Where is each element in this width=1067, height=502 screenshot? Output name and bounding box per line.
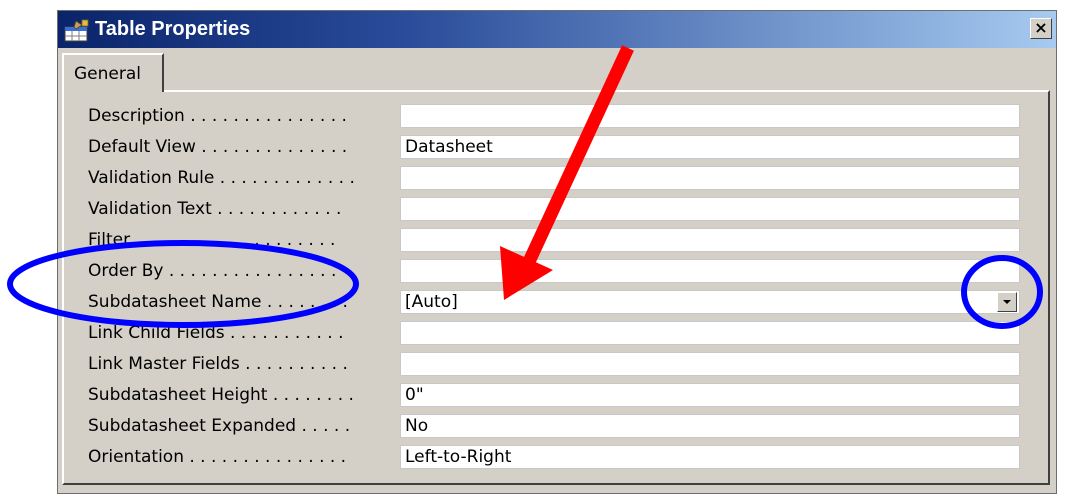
link-child-fields-field[interactable] [400, 321, 1020, 345]
table-properties-dialog: Table Properties × General Description .… [57, 10, 1057, 494]
property-label: Orientation . . . . . . . . . . . . . . … [88, 447, 347, 467]
subdatasheet-name-select[interactable]: [Auto] [400, 290, 1020, 314]
subdatasheet-expanded-field[interactable]: No [400, 414, 1020, 438]
property-label: Subdatasheet Expanded . . . . . [88, 416, 351, 436]
link-master-fields-field[interactable] [400, 352, 1020, 376]
table-properties-icon [64, 19, 89, 42]
validation-text-field[interactable] [400, 197, 1020, 221]
property-label: Validation Text . . . . . . . . . . . . [88, 199, 342, 219]
title-bar[interactable]: Table Properties × [58, 11, 1056, 48]
tab-label: General [74, 64, 141, 84]
property-label: Default View . . . . . . . . . . . . . . [88, 137, 348, 157]
property-label: Subdatasheet Height . . . . . . . . [88, 385, 354, 405]
property-label: Validation Rule . . . . . . . . . . . . … [88, 168, 355, 188]
subdatasheet-dropdown-button[interactable] [997, 292, 1017, 312]
close-icon: × [1034, 18, 1048, 37]
property-label: Link Child Fields . . . . . . . . . . . [88, 323, 344, 343]
order-by-field[interactable] [400, 259, 1020, 283]
orientation-field[interactable]: Left-to-Right [400, 445, 1020, 469]
description-field[interactable] [400, 104, 1020, 128]
property-label: Filter . . . . . . . . . . . . . . . . .… [88, 230, 336, 250]
validation-rule-field[interactable] [400, 166, 1020, 190]
chevron-down-icon [1003, 300, 1011, 304]
property-label: Link Master Fields . . . . . . . . . . [88, 354, 348, 374]
property-label: Subdatasheet Name . . . . . . . . [88, 292, 348, 312]
window-title: Table Properties [95, 18, 251, 40]
subdatasheet-name-value: [Auto] [405, 292, 458, 312]
subdatasheet-height-field[interactable]: 0" [400, 383, 1020, 407]
tab-general[interactable]: General [62, 53, 164, 92]
property-label: Order By . . . . . . . . . . . . . . . . [88, 261, 337, 281]
close-button[interactable]: × [1030, 18, 1052, 39]
property-label: Description . . . . . . . . . . . . . . … [88, 106, 347, 126]
filter-field[interactable] [400, 228, 1020, 252]
properties-panel: Description . . . . . . . . . . . . . . … [62, 90, 1050, 485]
default-view-field[interactable]: Datasheet [400, 135, 1020, 159]
